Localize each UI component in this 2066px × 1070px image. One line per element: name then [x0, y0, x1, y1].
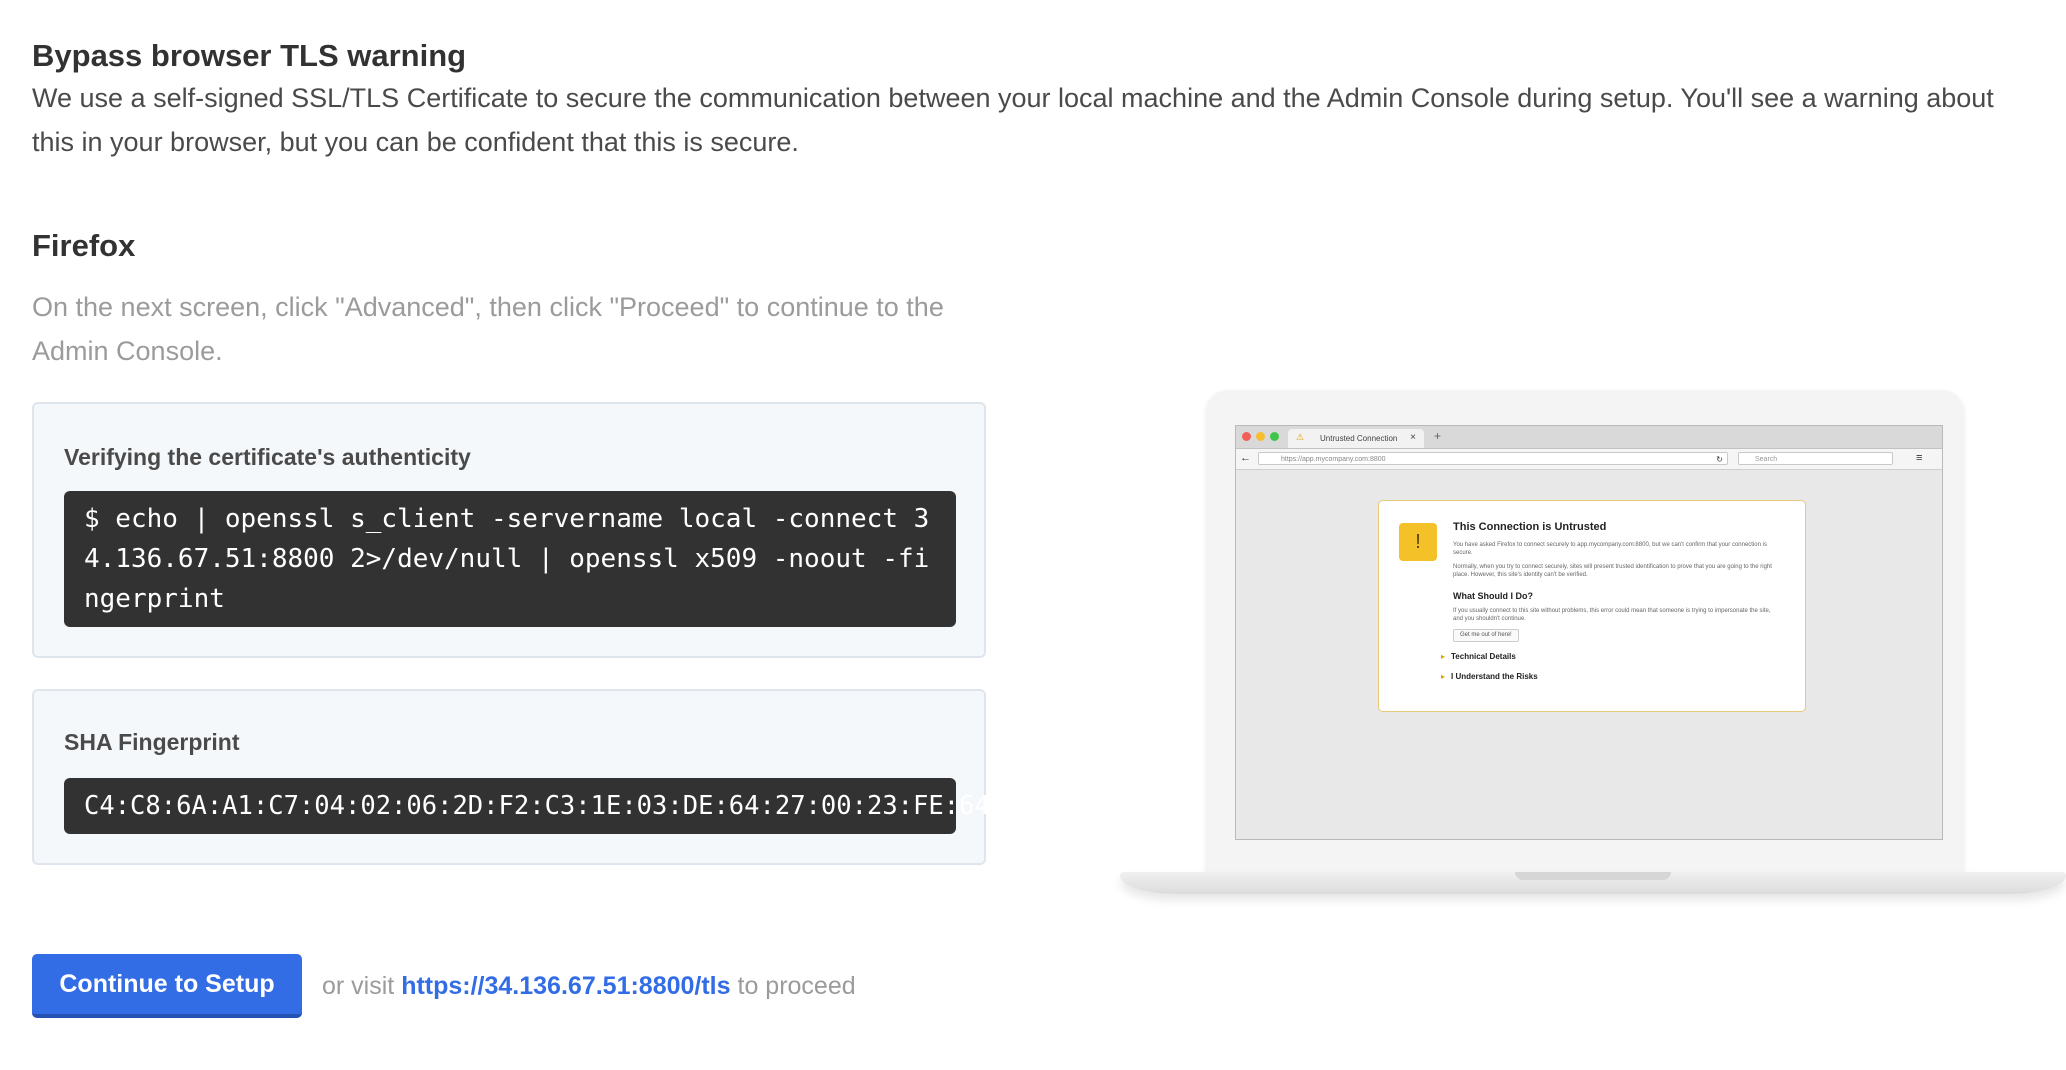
- what-should-i-do-heading: What Should I Do?: [1453, 591, 1533, 601]
- minimize-dot-icon: [1256, 432, 1265, 441]
- tab-title: Untrusted Connection: [1320, 434, 1398, 443]
- laptop-notch: [1515, 872, 1671, 880]
- sha-card-label: SHA Fingerprint: [64, 729, 240, 755]
- tls-url-link[interactable]: https://34.136.67.51:8800/tls: [401, 972, 730, 1000]
- untrusted-badge-icon: !: [1399, 523, 1437, 561]
- search-field: Search: [1738, 452, 1893, 465]
- search-placeholder: Search: [1755, 456, 1778, 463]
- sha-fingerprint-card: SHA Fingerprint C4:C8:6A:A1:C7:04:02:06:…: [32, 689, 990, 865]
- tab-close-icon: ×: [1410, 432, 1416, 443]
- untrusted-connection-card: ! This Connection is Untrusted You have …: [1378, 500, 1806, 712]
- expand-arrow-icon: ▸: [1441, 672, 1446, 681]
- browser-heading: Firefox: [32, 228, 136, 263]
- laptop-illustration: ⚠ Untrusted Connection × + ← https://app…: [1120, 390, 2066, 900]
- browser-tab: ⚠ Untrusted Connection ×: [1288, 429, 1424, 448]
- verify-card-label: Verifying the certificate's authenticity: [64, 444, 471, 470]
- technical-details-label: Technical Details: [1451, 652, 1516, 661]
- page-title: Bypass browser TLS warning: [32, 38, 467, 73]
- openssl-command-block[interactable]: $ echo | openssl s_client -servername lo…: [64, 491, 956, 627]
- browser-instructions: On the next screen, click "Advanced", th…: [32, 292, 944, 366]
- browser-url-bar: ← https://app.mycompany.com:8800 ↻ Searc…: [1236, 449, 1942, 470]
- warning-icon: ⚠: [1296, 432, 1305, 442]
- or-visit-text: or visit: [322, 972, 395, 1000]
- technical-details-link: ▸ Technical Details: [1441, 652, 1516, 661]
- maximize-dot-icon: [1270, 432, 1279, 441]
- understand-risks-label: I Understand the Risks: [1451, 672, 1538, 681]
- visit-link-text: or visit https://34.136.67.51:8800/tls t…: [322, 972, 856, 1001]
- error-title: This Connection is Untrusted: [1453, 521, 1607, 533]
- url-field: https://app.mycompany.com:8800 ↻: [1258, 452, 1728, 465]
- back-arrow-icon: ←: [1240, 452, 1251, 464]
- error-paragraph-2: Normally, when you try to connect secure…: [1453, 564, 1772, 578]
- error-paragraph-3: If you usually connect to this site with…: [1453, 608, 1771, 622]
- understand-risks-link: ▸ I Understand the Risks: [1441, 672, 1538, 681]
- error-paragraph-1: You have asked Firefox to connect secure…: [1453, 542, 1767, 556]
- sha-fingerprint-block[interactable]: C4:C8:6A:A1:C7:04:02:06:2D:F2:C3:1E:03:D…: [64, 778, 990, 834]
- new-tab-icon: +: [1434, 429, 1442, 443]
- hamburger-menu-icon: ≡: [1916, 452, 1923, 464]
- url-text: https://app.mycompany.com:8800: [1281, 456, 1386, 463]
- to-proceed-text: to proceed: [737, 972, 856, 1000]
- expand-arrow-icon: ▸: [1441, 652, 1446, 661]
- close-dot-icon: [1242, 432, 1251, 441]
- reload-icon: ↻: [1716, 455, 1723, 464]
- get-me-out-button: Get me out of here!: [1453, 629, 1519, 642]
- intro-text: We use a self-signed SSL/TLS Certificate…: [32, 83, 1994, 157]
- verify-certificate-card: Verifying the certificate's authenticity…: [32, 402, 986, 658]
- continue-to-setup-button[interactable]: Continue to Setup: [32, 954, 302, 1018]
- laptop-screen: ⚠ Untrusted Connection × + ← https://app…: [1235, 425, 1943, 840]
- browser-tab-bar: ⚠ Untrusted Connection × +: [1236, 426, 1942, 449]
